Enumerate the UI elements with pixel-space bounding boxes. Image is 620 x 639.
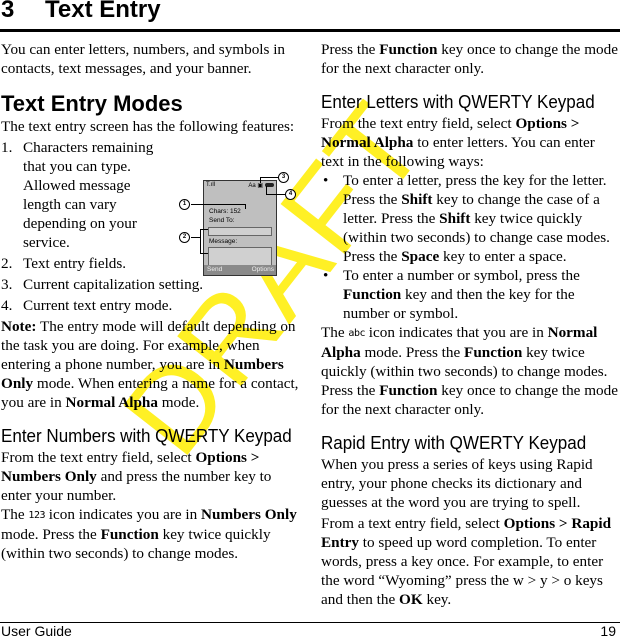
- chapter-header: 3 Text Entry: [0, 0, 620, 26]
- alpha-paragraph: The abc icon indicates that you are in N…: [321, 324, 618, 418]
- callout-4: 4: [285, 189, 296, 200]
- note-paragraph: Note: The entry mode will default depend…: [1, 318, 299, 411]
- callout-2: 2: [179, 232, 190, 243]
- message-label: Message:: [209, 238, 238, 245]
- chapter-number: 3: [1, 0, 15, 23]
- rapid-paragraph-1: When you press a series of keys using Ra…: [321, 456, 593, 511]
- send-to-label: Send To:: [209, 217, 235, 224]
- send-to-field: [208, 227, 272, 236]
- callout-line: [191, 204, 245, 205]
- footer-rule: [0, 622, 620, 623]
- letters-paragraph: From the text entry field, select Option…: [321, 115, 595, 170]
- callout-3: 3: [278, 172, 289, 183]
- phone-screen-diagram: T.ıll Aa ▣ Chars: 152 Send To: Message: …: [165, 168, 315, 280]
- signal-icon: T.ıll: [206, 182, 215, 188]
- message-field: [208, 247, 272, 266]
- softkey-options: Options: [251, 266, 274, 273]
- section-heading-enter-numbers: Enter Numbers with QWERTY Keypad: [1, 425, 292, 446]
- header-rule: [0, 29, 620, 32]
- section-heading-enter-letters: Enter Letters with QWERTY Keypad: [321, 91, 595, 112]
- capitalization-indicator: Aa: [248, 183, 256, 189]
- list-item: • To enter a letter, press the key for th…: [323, 172, 610, 265]
- callout-line: [200, 253, 208, 254]
- chars-remaining: Chars: 152: [209, 208, 241, 215]
- bullet-icon: •: [323, 172, 329, 189]
- right-column: Press the Function key once to change th…: [321, 40, 619, 609]
- numbers-mode-icon: 123: [28, 510, 45, 521]
- list-item: • To enter a number or symbol, press the …: [323, 267, 580, 322]
- softkey-send: Send: [207, 266, 223, 273]
- softkey-bar: Send Options: [204, 265, 276, 275]
- numbers-paragraph-1: From the text entry field, select Option…: [1, 449, 272, 504]
- callout-line: [245, 204, 246, 209]
- callout-line: [266, 186, 267, 194]
- rapid-paragraph-2: From a text entry field, select Options …: [321, 515, 612, 608]
- intro-paragraph: You can enter letters, numbers, and symb…: [1, 41, 286, 77]
- callout-1: 1: [179, 199, 190, 210]
- letters-bullet-list: • To enter a letter, press the key for th…: [321, 171, 619, 323]
- callout-line: [200, 229, 201, 253]
- bullet-icon: •: [323, 267, 329, 284]
- modes-intro: The text entry screen has the following …: [1, 118, 295, 135]
- callout-line: [266, 194, 285, 195]
- status-indicators: Aa ▣: [248, 182, 274, 189]
- alpha-mode-icon: abc: [348, 328, 365, 339]
- list-item: 4. Current text entry mode.: [1, 297, 173, 314]
- numbers-paragraph-2: The 123 icon indicates you are in Number…: [1, 506, 297, 562]
- callout-line: [260, 177, 278, 178]
- chapter-title: Text Entry: [45, 0, 161, 23]
- callout-line: [191, 237, 200, 238]
- mode-indicator-icon: ▣: [257, 183, 263, 189]
- left-column: You can enter letters, numbers, and symb…: [1, 40, 301, 563]
- list-item: 1. Characters remaining that you can typ…: [1, 139, 154, 251]
- callout-line: [200, 229, 208, 230]
- function-continuation: Press the Function key once to change th…: [321, 41, 618, 77]
- callout-line: [260, 177, 261, 183]
- section-heading-text-entry-modes: Text Entry Modes: [1, 91, 183, 116]
- section-heading-rapid-entry: Rapid Entry with QWERTY Keypad: [321, 432, 587, 453]
